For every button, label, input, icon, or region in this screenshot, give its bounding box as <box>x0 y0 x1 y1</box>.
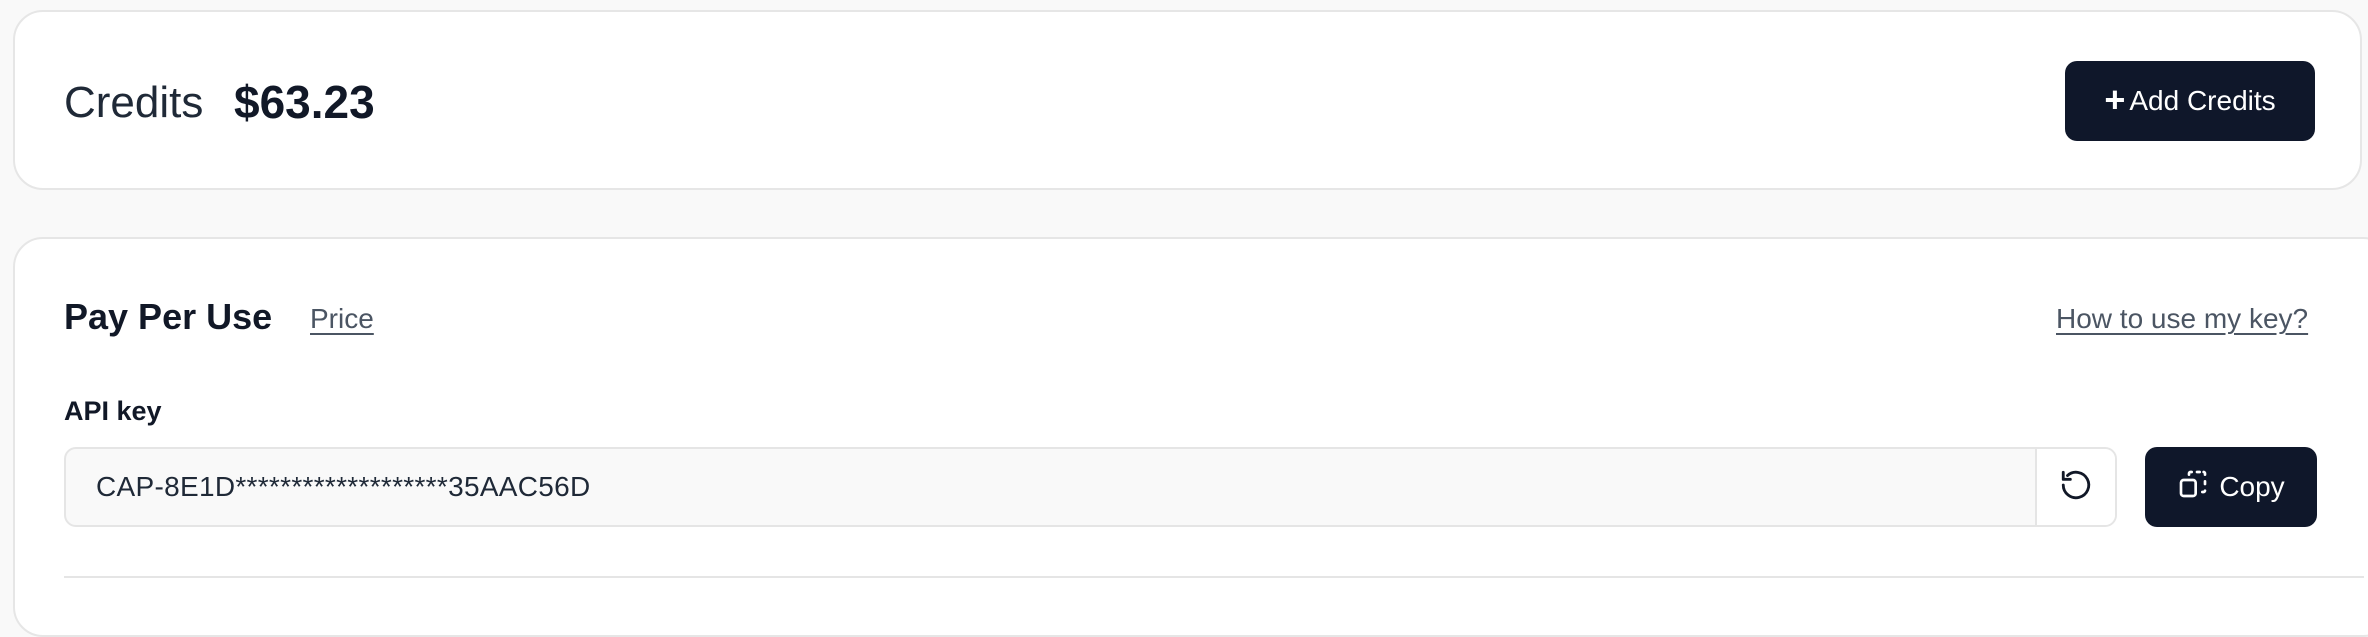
api-key-value[interactable]: CAP-8E1D*******************35AAC56D <box>96 449 591 525</box>
pay-per-use-title: Pay Per Use <box>64 296 273 337</box>
price-link[interactable]: Price <box>310 301 374 337</box>
how-to-use-key-link[interactable]: How to use my key? <box>2056 301 2308 337</box>
copy-label: Copy <box>2219 471 2285 502</box>
pay-per-use-card: Pay Per Use Price How to use my key? API… <box>13 237 2368 637</box>
refresh-icon <box>2059 468 2093 507</box>
credits-balance: $63.23 <box>234 76 375 128</box>
add-credits-button[interactable]: + Add Credits <box>2065 61 2315 141</box>
credits-card: Credits $63.23 + Add Credits <box>13 10 2362 190</box>
regenerate-key-button[interactable] <box>2035 449 2115 525</box>
add-credits-label: Add Credits <box>2129 85 2276 116</box>
credits-label: Credits <box>64 78 204 127</box>
copy-key-button[interactable]: Copy <box>2145 447 2317 527</box>
api-key-field[interactable]: CAP-8E1D*******************35AAC56D <box>64 447 2117 527</box>
section-divider <box>64 576 2364 578</box>
copy-icon <box>2177 468 2219 507</box>
api-key-label: API key <box>64 396 162 426</box>
plus-icon: + <box>2104 78 2126 120</box>
